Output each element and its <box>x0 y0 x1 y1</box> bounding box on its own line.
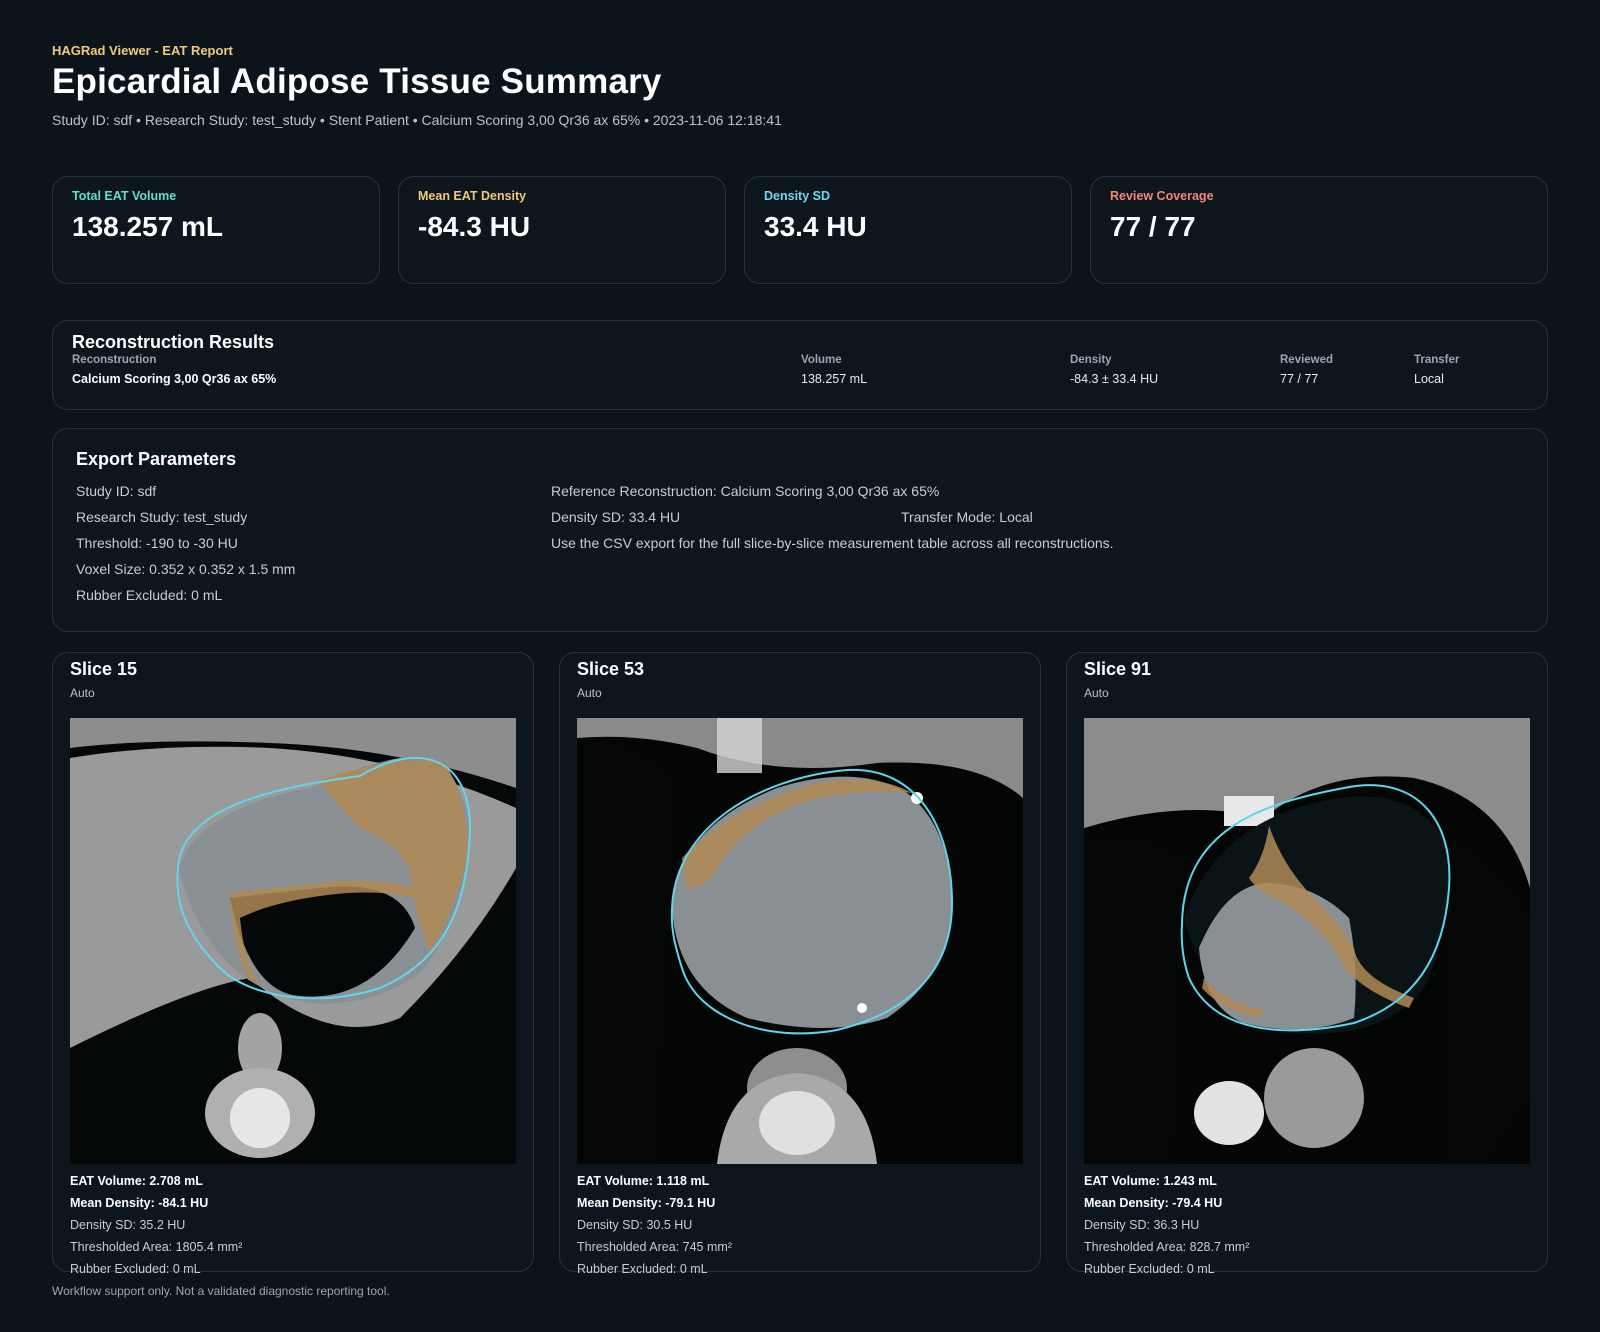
slice-density-sd: Density SD: 36.3 HU <box>1084 1218 1200 1232</box>
stat-label: Mean EAT Density <box>418 189 527 203</box>
slice-eat-volume: EAT Volume: 2.708 mL <box>70 1174 203 1188</box>
slice-title: Slice 15 <box>70 659 138 679</box>
slice-thresholded-area: Thresholded Area: 745 mm² <box>577 1240 732 1254</box>
slice-mean-density: Mean Density: -79.1 HU <box>577 1196 716 1210</box>
stat-value: 77 / 77 <box>1110 211 1196 242</box>
stat-value: -84.3 HU <box>418 211 531 242</box>
slice-rubber-excluded: Rubber Excluded: 0 mL <box>577 1262 708 1276</box>
stat-value: 33.4 HU <box>764 211 867 242</box>
export-voxel-size: Voxel Size: 0.352 x 0.352 x 1.5 mm <box>76 561 296 577</box>
footer-disclaimer: Workflow support only. Not a validated d… <box>52 1284 390 1298</box>
cell-density: -84.3 ± 33.4 HU <box>1070 372 1159 386</box>
col-head-density: Density <box>1070 354 1112 366</box>
export-research-study: Research Study: test_study <box>76 509 248 525</box>
slice-thresholded-area: Thresholded Area: 828.7 mm² <box>1084 1240 1250 1254</box>
col-head-reviewed: Reviewed <box>1280 354 1334 366</box>
cell-reconstruction: Calcium Scoring 3,00 Qr36 ax 65% <box>72 372 277 386</box>
slice-mode: Auto <box>577 686 602 700</box>
stat-label: Review Coverage <box>1110 189 1214 203</box>
export-study-id: Study ID: sdf <box>76 483 157 499</box>
ct-slice-image[interactable] <box>1084 718 1530 1164</box>
col-head-reconstruction: Reconstruction <box>72 354 157 366</box>
col-head-volume: Volume <box>801 354 842 366</box>
reconstruction-results-panel: Reconstruction Results Reconstruction Vo… <box>52 320 1548 410</box>
stat-card-density-sd: Density SD 33.4 HU <box>744 176 1072 284</box>
cell-volume: 138.257 mL <box>801 372 868 386</box>
page-title: Epicardial Adipose Tissue Summary <box>52 62 662 101</box>
stat-value: 138.257 mL <box>72 211 223 242</box>
stat-card-review-coverage: Review Coverage 77 / 77 <box>1090 176 1548 284</box>
ct-slice-image[interactable] <box>577 718 1023 1164</box>
export-transfer-mode: Transfer Mode: Local <box>901 509 1033 525</box>
cell-reviewed: 77 / 77 <box>1280 372 1319 386</box>
export-parameters-panel: Export Parameters Study ID: sdf Research… <box>52 428 1548 632</box>
slice-mode: Auto <box>1084 686 1109 700</box>
export-density-sd: Density SD: 33.4 HU <box>551 509 681 525</box>
slice-mean-density: Mean Density: -84.1 HU <box>70 1196 209 1210</box>
stat-label: Total EAT Volume <box>72 189 177 203</box>
slice-title: Slice 53 <box>577 659 645 679</box>
slice-eat-volume: EAT Volume: 1.118 mL <box>577 1174 710 1188</box>
slice-rubber-excluded: Rubber Excluded: 0 mL <box>1084 1262 1215 1276</box>
slice-card-91: Slice 91 Auto EAT Volume: 1.243 mL Mean … <box>1066 652 1548 1276</box>
page-subtitle: Study ID: sdf • Research Study: test_stu… <box>52 112 782 128</box>
slice-density-sd: Density SD: 30.5 HU <box>577 1218 693 1232</box>
stat-label: Density SD <box>764 189 830 203</box>
export-title: Export Parameters <box>76 449 237 469</box>
ct-slice-image[interactable] <box>70 718 516 1164</box>
cell-transfer: Local <box>1414 372 1444 386</box>
app-label: HAGRad Viewer - EAT Report <box>52 43 233 58</box>
stat-card-mean-density: Mean EAT Density -84.3 HU <box>398 176 726 284</box>
export-rubber-excluded: Rubber Excluded: 0 mL <box>76 587 223 603</box>
export-reference-recon: Reference Reconstruction: Calcium Scorin… <box>551 483 940 499</box>
slice-mean-density: Mean Density: -79.4 HU <box>1084 1196 1223 1210</box>
slice-title: Slice 91 <box>1084 659 1152 679</box>
col-head-transfer: Transfer <box>1414 354 1460 366</box>
slice-thresholded-area: Thresholded Area: 1805.4 mm² <box>70 1240 243 1254</box>
recon-title: Reconstruction Results <box>72 332 275 352</box>
export-csv-note: Use the CSV export for the full slice-by… <box>551 535 1114 551</box>
stat-card-total-volume: Total EAT Volume 138.257 mL <box>52 176 380 284</box>
slice-eat-volume: EAT Volume: 1.243 mL <box>1084 1174 1217 1188</box>
slice-card-53: Slice 53 Auto EAT Volume: 1.118 mL Mean … <box>559 652 1041 1276</box>
slice-mode: Auto <box>70 686 95 700</box>
export-threshold: Threshold: -190 to -30 HU <box>76 535 238 551</box>
slice-rubber-excluded: Rubber Excluded: 0 mL <box>70 1262 201 1276</box>
slice-density-sd: Density SD: 35.2 HU <box>70 1218 186 1232</box>
slice-card-15: Slice 15 Auto EAT Volume: 2.708 mL Mean … <box>52 652 534 1276</box>
